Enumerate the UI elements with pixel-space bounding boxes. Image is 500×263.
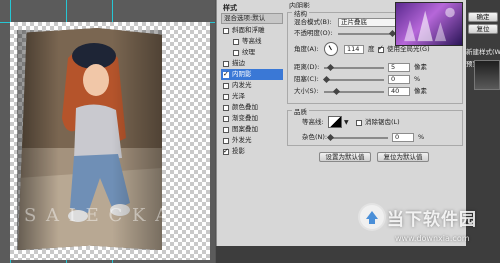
ok-button[interactable]: 确定 <box>468 12 498 22</box>
angle-input[interactable]: 114 <box>344 45 364 54</box>
choke-slider[interactable] <box>322 75 384 84</box>
style-item-label: 内阴影 <box>232 70 252 78</box>
style-item[interactable]: 描边 <box>221 58 283 69</box>
blending-options-item[interactable]: 混合选项:默认 <box>221 13 283 24</box>
style-items: 斜面和浮雕等高线纹理描边内阴影内发光光泽颜色叠加渐变叠加图案叠加外发光投影 <box>221 25 283 157</box>
style-item-label: 光泽 <box>232 92 245 100</box>
style-checkbox[interactable] <box>223 69 229 80</box>
angle-dial[interactable] <box>324 42 338 56</box>
style-item-label: 外发光 <box>232 136 252 144</box>
status-strip <box>216 246 466 263</box>
reset-default-button[interactable]: 复位为默认值 <box>377 152 429 162</box>
style-item-label: 描边 <box>232 59 245 67</box>
style-item[interactable]: 颜色叠加 <box>221 102 283 113</box>
style-thumbnail <box>395 2 463 46</box>
style-item-label: 渐变叠加 <box>232 114 258 122</box>
noise-slider[interactable] <box>326 133 388 142</box>
contour-label: 等高线: <box>302 118 324 126</box>
style-checkbox[interactable] <box>223 137 229 144</box>
site-name: 当下软件园 <box>387 210 477 230</box>
size-input[interactable]: 40 <box>388 87 410 96</box>
style-item-label: 图案叠加 <box>232 125 258 133</box>
angle-unit: 度 <box>368 45 375 53</box>
anti-alias-label: 消除锯齿(L) <box>365 118 400 126</box>
style-checkbox[interactable] <box>223 82 229 89</box>
cancel-button[interactable]: 复位 <box>468 24 498 34</box>
style-checkbox[interactable] <box>223 146 229 157</box>
style-checkbox[interactable] <box>223 27 229 34</box>
style-item[interactable]: 内阴影 <box>221 69 283 80</box>
chevron-down-icon[interactable]: ▼ <box>344 118 349 127</box>
anti-alias-checkbox[interactable] <box>356 120 362 126</box>
opacity-label: 不透明度(O): <box>294 29 333 37</box>
blend-mode-value: 正片叠底 <box>341 18 367 26</box>
document-canvas[interactable]: S A I E C K A <box>0 0 215 263</box>
style-checkbox[interactable] <box>223 115 229 122</box>
choke-label: 阻塞(C): <box>294 75 319 83</box>
global-light-checkbox[interactable] <box>378 44 384 53</box>
photo-watermark: S A I E C K A <box>24 205 171 226</box>
site-url: www.downxia.com <box>395 234 470 243</box>
angle-label: 角度(A): <box>294 45 319 53</box>
choke-unit: % <box>414 75 421 83</box>
slider-knob[interactable] <box>322 75 331 84</box>
style-checkbox[interactable] <box>223 60 229 67</box>
style-checkbox[interactable] <box>223 93 229 100</box>
style-checkbox[interactable] <box>233 38 239 45</box>
make-default-button[interactable]: 设置为默认值 <box>319 152 371 162</box>
structure-label: 结构 <box>292 8 309 18</box>
slider-knob[interactable] <box>332 87 341 96</box>
quality-group: 品质 等高线: ▼ 消除锯齿(L) 杂色(N): 0 % <box>287 106 463 146</box>
style-item[interactable]: 投影 <box>221 146 283 157</box>
style-item-label: 等高线 <box>242 37 262 45</box>
size-unit: 像素 <box>414 87 427 95</box>
noise-label: 杂色(N): <box>302 133 328 141</box>
slider-knob[interactable] <box>326 63 335 72</box>
style-item[interactable]: 渐变叠加 <box>221 113 283 124</box>
style-item[interactable]: 图案叠加 <box>221 124 283 135</box>
style-item-label: 投影 <box>232 147 245 155</box>
noise-input[interactable]: 0 <box>392 133 414 142</box>
styles-list: 样式 混合选项:默认 斜面和浮雕等高线纹理描边内阴影内发光光泽颜色叠加渐变叠加图… <box>221 3 283 243</box>
style-item[interactable]: 斜面和浮雕 <box>221 25 283 36</box>
style-item[interactable]: 内发光 <box>221 80 283 91</box>
style-item-label: 内发光 <box>232 81 252 89</box>
choke-input[interactable]: 0 <box>388 75 410 84</box>
slider-knob[interactable] <box>326 133 335 142</box>
styles-list-title: 样式 <box>223 4 237 12</box>
style-item-label: 颜色叠加 <box>232 103 258 111</box>
distance-unit: 像素 <box>414 63 427 71</box>
style-checkbox[interactable] <box>233 49 239 56</box>
purple-castle-image <box>404 7 455 42</box>
noise-unit: % <box>418 133 425 141</box>
distance-slider[interactable] <box>324 63 384 72</box>
style-preview-swatch <box>474 60 500 90</box>
style-item[interactable]: 光泽 <box>221 91 283 102</box>
size-slider[interactable] <box>324 87 384 96</box>
new-style-label: 新建样式(W)... <box>466 48 500 56</box>
contour-picker[interactable] <box>328 116 342 128</box>
style-item-label: 纹理 <box>242 48 255 56</box>
style-item[interactable]: 外发光 <box>221 135 283 146</box>
style-checkbox[interactable] <box>223 104 229 111</box>
quality-label: 品质 <box>292 106 309 116</box>
blend-mode-label: 混合模式(B): <box>294 18 332 26</box>
style-item[interactable]: 等高线 <box>221 36 283 47</box>
distance-label: 距离(D): <box>294 63 320 71</box>
style-item[interactable]: 纹理 <box>221 47 283 58</box>
size-label: 大小(S): <box>294 87 319 95</box>
style-item-label: 斜面和浮雕 <box>232 26 265 34</box>
global-light-label: 使用全局光(G) <box>387 45 430 53</box>
style-checkbox[interactable] <box>223 126 229 133</box>
site-logo-icon <box>360 205 384 229</box>
distance-input[interactable]: 5 <box>388 63 410 72</box>
